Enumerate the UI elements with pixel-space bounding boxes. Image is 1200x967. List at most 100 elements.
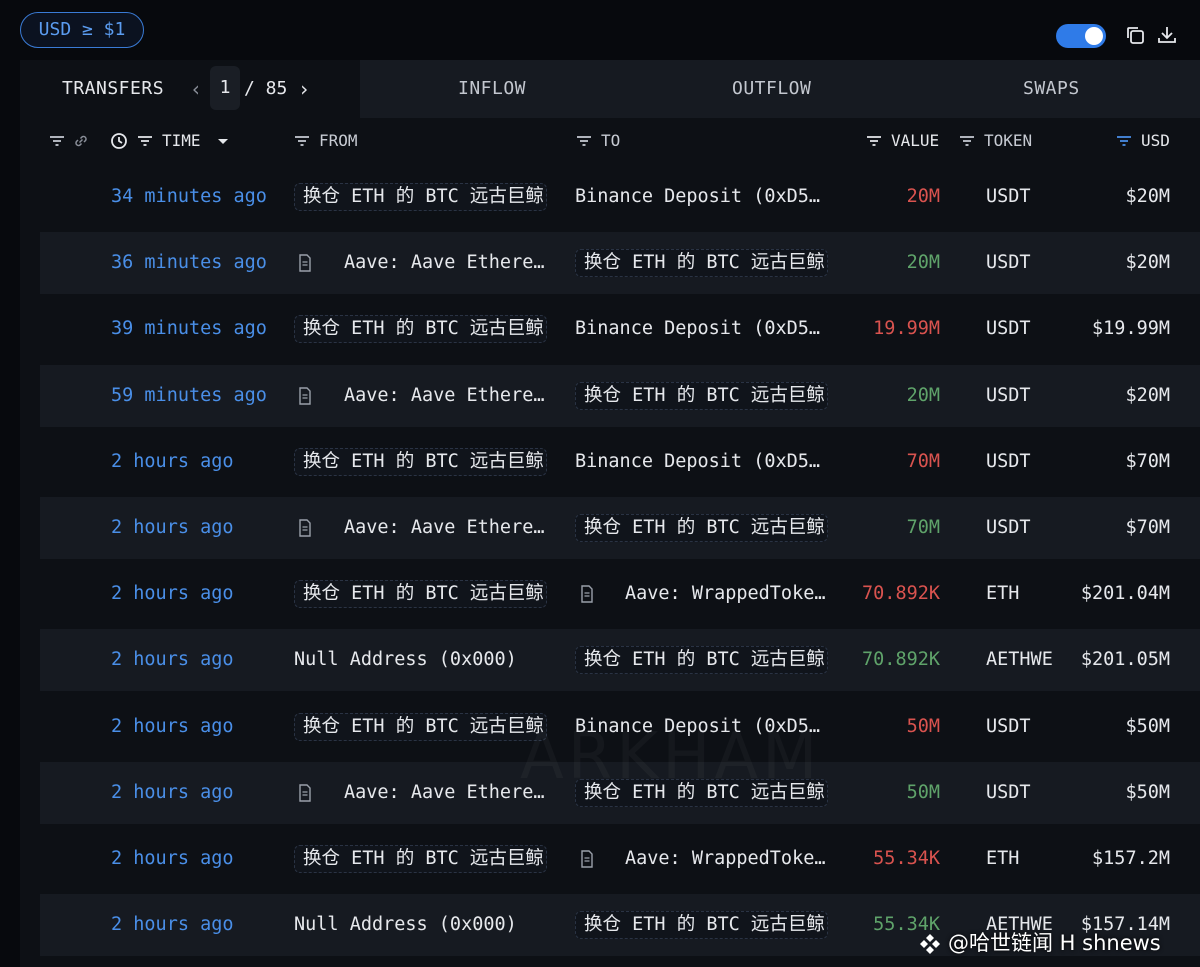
time-link[interactable]: 59 minutes ago (111, 385, 267, 406)
usd-filter-icon[interactable] (1115, 132, 1133, 150)
column-time[interactable]: TIME (162, 118, 201, 164)
to-cell[interactable]: 换仓 ETH 的 BTC 远古巨鲸 (575, 894, 843, 956)
time-cell[interactable]: 39 minutes ago (111, 298, 291, 360)
filter-icon[interactable] (48, 132, 66, 150)
table-row[interactable]: 36 minutes ago Aave: Aave Ethere… 换仓 ETH 的… (40, 232, 1200, 295)
entity-tag[interactable]: 换仓 ETH 的 BTC 远古巨鲸 (294, 315, 547, 344)
address-label[interactable]: Null Address (0x000) (294, 649, 517, 670)
time-link[interactable]: 2 hours ago (111, 517, 234, 538)
address-label[interactable]: Aave: WrappedToke… (625, 583, 825, 604)
time-cell[interactable]: 2 hours ago (111, 762, 291, 824)
time-link[interactable]: 2 hours ago (111, 782, 234, 803)
table-row[interactable]: 2 hours ago 换仓 ETH 的 BTC 远古巨鲸 Aave: Wrappe… (40, 563, 1200, 625)
token-cell[interactable]: USDT (986, 762, 1058, 824)
time-cell[interactable]: 2 hours ago (111, 828, 291, 890)
entity-tag[interactable]: 换仓 ETH 的 BTC 远古巨鲸 (294, 447, 547, 476)
clock-icon[interactable] (110, 132, 128, 150)
table-row[interactable]: 2 hours ago Aave: Aave Ethere… 换仓 ETH 的 BT… (40, 497, 1200, 559)
token-cell[interactable]: USDT (986, 696, 1058, 758)
tab-transfers[interactable]: TRANSFERS ‹ 1 / 85 › (20, 60, 360, 118)
table-row[interactable]: 59 minutes ago Aave: Aave Ethere… 换仓 ETH 的… (40, 364, 1200, 427)
to-cell[interactable]: Aave: WrappedToke… (625, 828, 840, 890)
link-icon[interactable] (72, 132, 90, 150)
time-cell[interactable]: 2 hours ago (111, 629, 291, 691)
entity-tag[interactable]: 换仓 ETH 的 BTC 远古巨鲸 (575, 381, 828, 410)
time-link[interactable]: 2 hours ago (111, 914, 234, 935)
token-cell[interactable]: AETHWE (986, 629, 1058, 691)
table-row[interactable]: 2 hours ago 换仓 ETH 的 BTC 远古巨鲸 Aave: Wrappe… (40, 828, 1200, 890)
time-cell[interactable]: 2 hours ago (111, 894, 291, 956)
address-label[interactable]: Aave: Aave Ethere… (344, 385, 544, 406)
usd-filter-pill[interactable]: USD ≥ $1 (20, 12, 144, 48)
to-cell[interactable]: 换仓 ETH 的 BTC 远古巨鲸 (575, 629, 843, 691)
entity-tag[interactable]: 换仓 ETH 的 BTC 远古巨鲸 (294, 580, 547, 609)
to-cell[interactable]: 换仓 ETH 的 BTC 远古巨鲸 (575, 365, 843, 427)
address-label[interactable]: Aave: Aave Ethere… (344, 782, 544, 803)
time-cell[interactable]: 59 minutes ago (111, 365, 291, 427)
from-filter-icon[interactable] (293, 132, 311, 150)
tab-swaps[interactable]: SWAPS (1023, 60, 1080, 118)
to-cell[interactable]: 换仓 ETH 的 BTC 远古巨鲸 (575, 232, 843, 294)
entity-tag[interactable]: 换仓 ETH 的 BTC 远古巨鲸 (575, 646, 828, 675)
token-cell[interactable]: USDT (986, 298, 1058, 360)
time-cell[interactable]: 34 minutes ago (111, 166, 291, 228)
entity-tag[interactable]: 换仓 ETH 的 BTC 远古巨鲸 (294, 183, 547, 211)
to-cell[interactable]: Binance Deposit (0xD5… (575, 166, 843, 228)
to-cell[interactable]: 换仓 ETH 的 BTC 远古巨鲸 (575, 497, 843, 559)
from-cell[interactable]: 换仓 ETH 的 BTC 远古巨鲸 (294, 828, 564, 890)
time-link[interactable]: 34 minutes ago (111, 186, 267, 207)
address-label[interactable]: Aave: Aave Ethere… (344, 517, 544, 538)
table-row[interactable]: 39 minutes ago 换仓 ETH 的 BTC 远古巨鲸 Binance D… (40, 298, 1200, 360)
chevron-left-icon[interactable]: ‹ (186, 78, 206, 100)
entity-tag[interactable]: 换仓 ETH 的 BTC 远古巨鲸 (575, 249, 828, 278)
token-cell[interactable]: USDT (986, 497, 1058, 559)
entity-tag[interactable]: 换仓 ETH 的 BTC 远古巨鲸 (294, 845, 547, 873)
column-token[interactable]: TOKEN (984, 118, 1032, 164)
time-cell[interactable]: 2 hours ago (111, 696, 291, 758)
token-cell[interactable]: ETH (986, 828, 1058, 890)
column-usd[interactable]: USD (1141, 118, 1170, 164)
time-link[interactable]: 36 minutes ago (111, 252, 267, 273)
time-cell[interactable]: 2 hours ago (111, 497, 291, 559)
from-cell[interactable]: Aave: Aave Ethere… (344, 365, 562, 427)
download-icon[interactable] (1156, 24, 1178, 46)
from-cell[interactable]: Null Address (0x000) (294, 894, 564, 956)
time-link[interactable]: 2 hours ago (111, 583, 234, 604)
from-cell[interactable]: 换仓 ETH 的 BTC 远古巨鲸 (294, 166, 564, 228)
from-cell[interactable]: 换仓 ETH 的 BTC 远古巨鲸 (294, 298, 564, 360)
table-row[interactable]: 34 minutes ago 换仓 ETH 的 BTC 远古巨鲸 Binance D… (40, 166, 1200, 228)
time-link[interactable]: 2 hours ago (111, 716, 234, 737)
to-filter-icon[interactable] (575, 132, 593, 150)
to-cell[interactable]: Binance Deposit (0xD5… (575, 298, 843, 360)
address-label[interactable]: Null Address (0x000) (294, 914, 517, 935)
address-label[interactable]: Binance Deposit (0xD5… (575, 451, 820, 472)
tab-outflow[interactable]: OUTFLOW (732, 60, 811, 118)
token-cell[interactable]: ETH (986, 563, 1058, 625)
from-cell[interactable]: Aave: Aave Ethere… (344, 232, 562, 294)
from-cell[interactable]: 换仓 ETH 的 BTC 远古巨鲸 (294, 431, 564, 493)
token-cell[interactable]: USDT (986, 431, 1058, 493)
address-label[interactable]: Aave: WrappedToke… (625, 848, 825, 869)
entity-tag[interactable]: 换仓 ETH 的 BTC 远古巨鲸 (575, 911, 828, 940)
token-cell[interactable]: USDT (986, 232, 1058, 294)
to-cell[interactable]: Aave: WrappedToke… (625, 563, 840, 625)
time-link[interactable]: 39 minutes ago (111, 318, 267, 339)
time-link[interactable]: 2 hours ago (111, 848, 234, 869)
tab-inflow[interactable]: INFLOW (458, 60, 526, 118)
from-cell[interactable]: Aave: Aave Ethere… (344, 497, 562, 559)
column-value[interactable]: VALUE (891, 118, 939, 164)
token-filter-icon[interactable] (958, 132, 976, 150)
copy-icon[interactable] (1124, 24, 1146, 46)
time-cell[interactable]: 36 minutes ago (111, 232, 291, 294)
token-cell[interactable]: USDT (986, 166, 1058, 228)
sort-down-icon[interactable] (214, 132, 232, 150)
time-cell[interactable]: 2 hours ago (111, 431, 291, 493)
table-row[interactable]: 2 hours ago 换仓 ETH 的 BTC 远古巨鲸 Binance Depo… (40, 431, 1200, 493)
to-cell[interactable]: Binance Deposit (0xD5… (575, 431, 843, 493)
column-from[interactable]: FROM (319, 118, 358, 164)
from-cell[interactable]: 换仓 ETH 的 BTC 远古巨鲸 (294, 563, 564, 625)
address-label[interactable]: Binance Deposit (0xD5… (575, 186, 820, 207)
time-filter-icon[interactable] (136, 132, 154, 150)
entity-tag[interactable]: 换仓 ETH 的 BTC 远古巨鲸 (575, 514, 828, 542)
view-toggle[interactable] (1056, 24, 1106, 48)
